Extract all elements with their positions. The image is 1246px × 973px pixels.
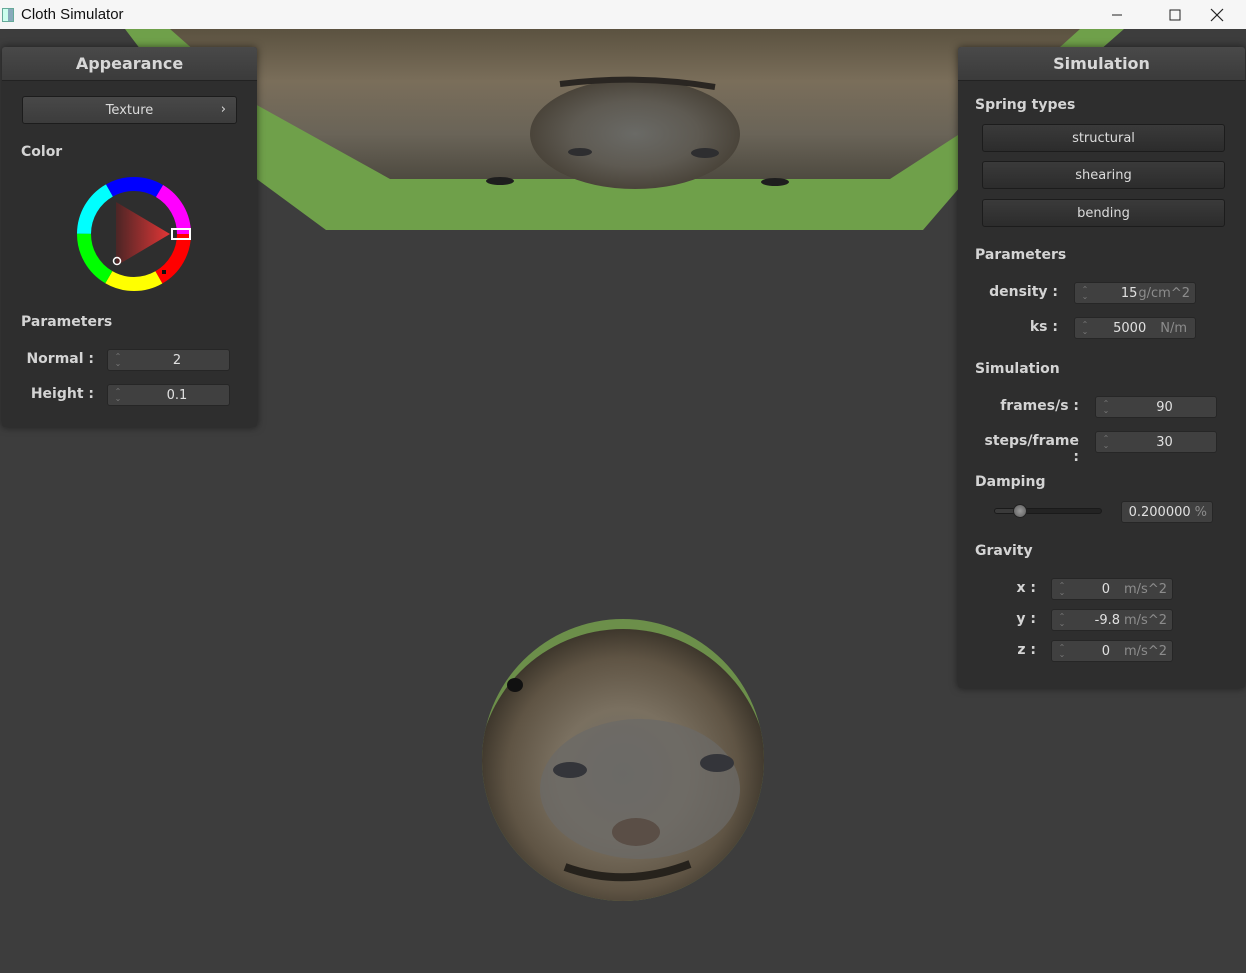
gravity-z-input[interactable]: ⌃ ⌄ 0 m/s^2 [1051,640,1173,662]
fps-label: frames/s : [1000,398,1079,414]
damping-value: 0.200000 [1128,504,1191,520]
damping-slider-knob[interactable] [1013,504,1028,518]
appearance-panel: Appearance Texture › Color Parameters No… [2,47,257,427]
texture-button-label: Texture [105,102,154,118]
ks-input[interactable]: ⌃ ⌄ 5000 N/m [1074,317,1196,339]
normal-value: 2 [172,352,182,368]
steps-value: 30 [1156,434,1173,450]
spinner-icon[interactable]: ⌃ ⌄ [1055,644,1069,659]
ks-value: 5000 [1113,320,1147,336]
sim-parameters-label: Parameters [975,247,1067,263]
structural-toggle[interactable]: structural [982,124,1225,152]
normal-input[interactable]: ⌃ ⌄ 2 [107,349,230,371]
gravity-z-label: z : [1017,642,1036,658]
gravity-label: Gravity [975,543,1033,559]
fps-value: 90 [1156,399,1173,415]
simulation-panel-title: Simulation [958,47,1245,81]
spinner-icon[interactable]: ⌃ ⌄ [111,388,125,403]
texture-popup-button[interactable]: Texture › [22,96,237,124]
spinner-icon[interactable]: ⌃ ⌄ [1055,613,1069,628]
gravity-y-input[interactable]: ⌃ ⌄ -9.8 m/s^2 [1051,609,1173,631]
density-value: 15 [1120,285,1138,301]
close-button[interactable] [1188,0,1246,29]
chevron-right-icon: › [220,102,226,117]
gravity-z-unit: m/s^2 [1124,643,1167,659]
spring-types-label: Spring types [975,97,1076,113]
gravity-y-value: -9.8 [1094,612,1121,628]
shearing-toggle[interactable]: shearing [982,161,1225,189]
gravity-x-unit: m/s^2 [1124,581,1167,597]
gravity-z-value: 0 [1101,643,1111,659]
color-wheel[interactable] [74,174,194,294]
minimize-icon [1112,14,1122,15]
simulation-group-label: Simulation [975,361,1060,377]
gravity-y-label: y : [1016,611,1036,627]
density-unit: g/cm^2 [1138,285,1190,301]
app-icon [2,7,14,22]
height-input[interactable]: ⌃ ⌄ 0.1 [107,384,230,406]
damping-label: Damping [975,474,1046,490]
density-label: density : [989,284,1058,300]
ks-label: ks : [1029,319,1058,335]
spinner-icon[interactable]: ⌃ ⌄ [1055,582,1069,597]
gravity-x-label: x : [1016,580,1036,596]
gravity-x-value: 0 [1101,581,1111,597]
spinner-icon[interactable]: ⌃ ⌄ [1078,286,1092,301]
gravity-x-input[interactable]: ⌃ ⌄ 0 m/s^2 [1051,578,1173,600]
appearance-panel-title: Appearance [2,47,257,81]
gravity-y-unit: m/s^2 [1124,612,1167,628]
bending-toggle[interactable]: bending [982,199,1225,227]
spinner-icon[interactable]: ⌃ ⌄ [111,353,125,368]
damping-input[interactable]: 0.200000 % [1121,501,1213,523]
minimize-button[interactable] [1088,0,1146,29]
close-icon [1210,8,1224,21]
window-title: Cloth Simulator [21,6,124,23]
steps-input[interactable]: ⌃ ⌄ 30 [1095,431,1217,453]
fps-input[interactable]: ⌃ ⌄ 90 [1095,396,1217,418]
spinner-icon[interactable]: ⌃ ⌄ [1099,435,1113,450]
appearance-parameters-label: Parameters [21,314,113,330]
spinner-icon[interactable]: ⌃ ⌄ [1099,400,1113,415]
normal-label: Normal : [26,351,94,367]
sphere-mesh [482,619,764,901]
simulation-panel: Simulation Spring types structural shear… [958,47,1245,688]
ks-unit: N/m [1160,320,1187,336]
title-bar: Cloth Simulator [0,0,1246,29]
density-input[interactable]: ⌃ ⌄ 15 g/cm^2 [1074,282,1196,304]
color-label: Color [21,144,63,160]
steps-label: steps/frame : [984,433,1079,465]
maximize-icon [1169,9,1181,20]
cloth-nose [530,79,740,189]
damping-slider-track[interactable] [994,504,1102,518]
damping-unit: % [1194,504,1207,520]
spinner-icon[interactable]: ⌃ ⌄ [1078,321,1092,336]
height-value: 0.1 [166,387,188,403]
height-label: Height : [30,386,94,402]
